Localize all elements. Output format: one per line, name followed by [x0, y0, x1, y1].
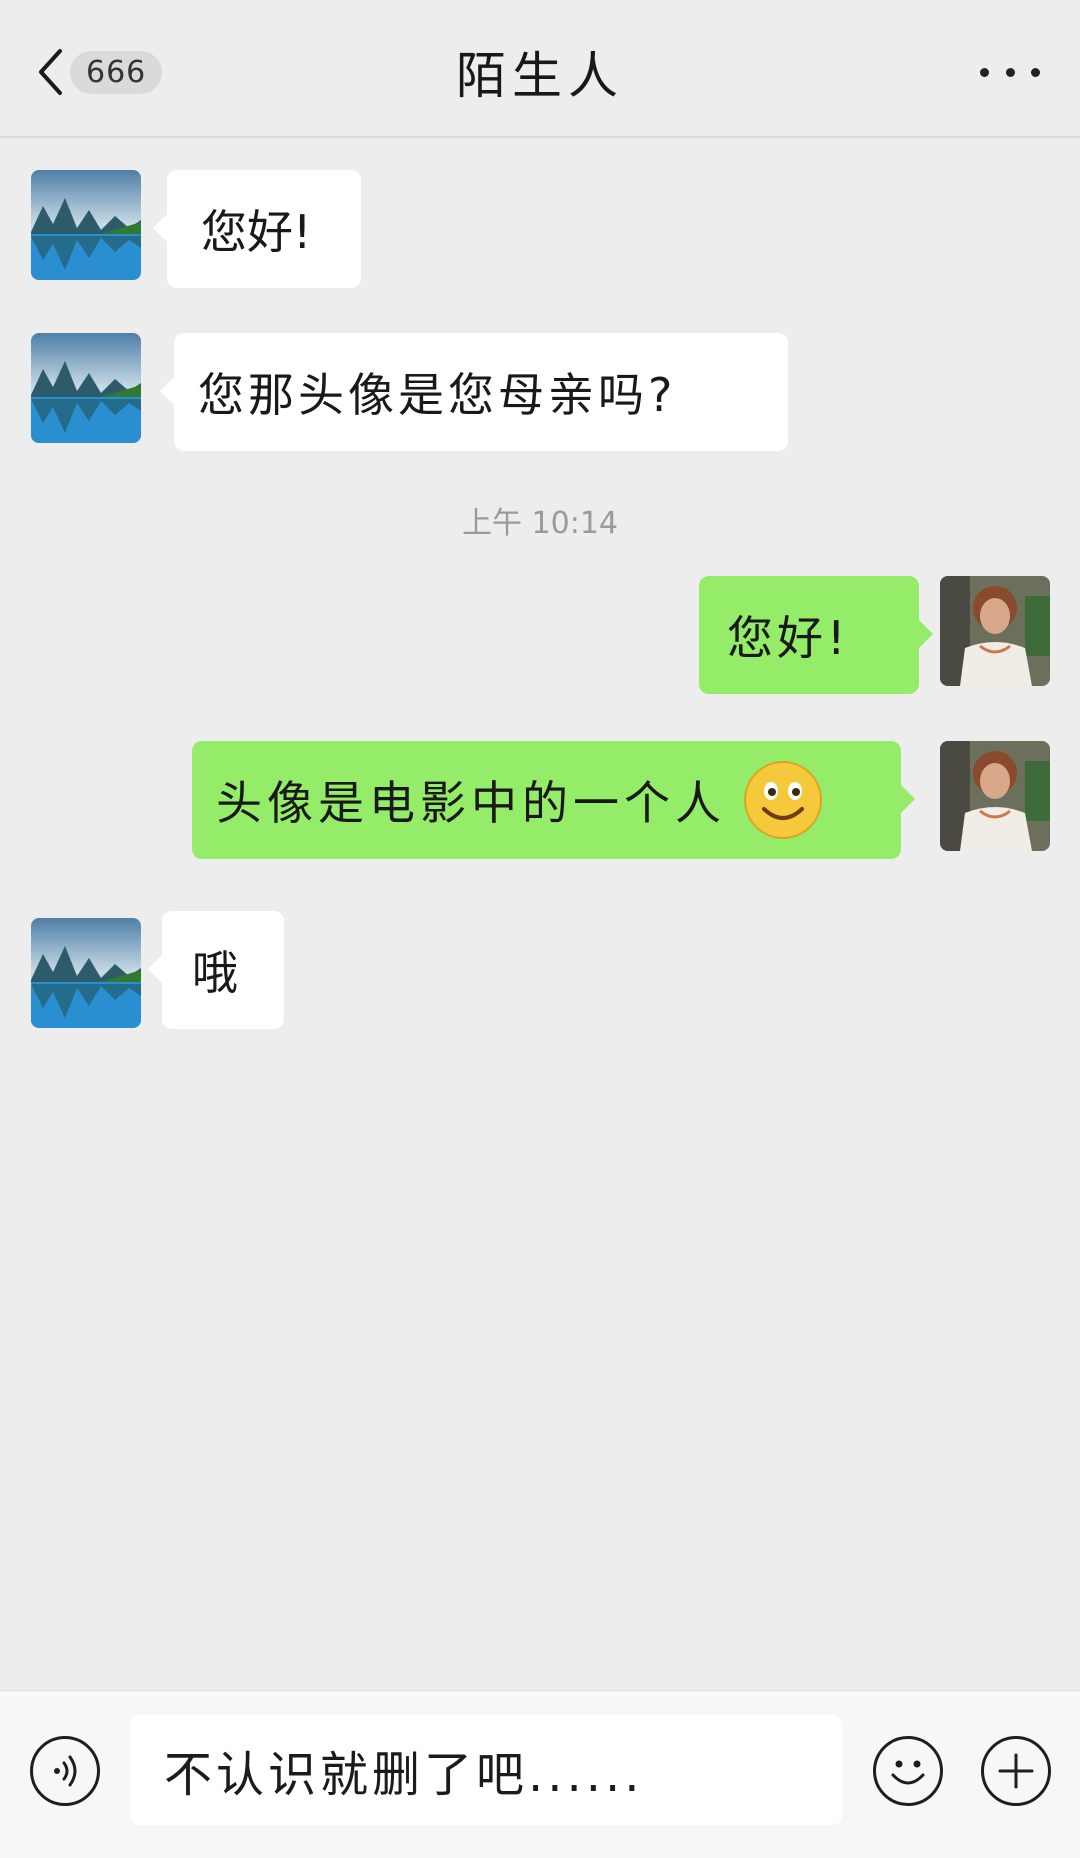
smile-emoji: [744, 761, 822, 839]
contact-avatar[interactable]: [31, 170, 141, 280]
voice-button[interactable]: [30, 1736, 100, 1806]
more-dots-icon[interactable]: [980, 54, 1040, 90]
my-avatar[interactable]: [940, 576, 1050, 686]
person-avatar-image: [940, 576, 1050, 686]
landscape-avatar-image: [31, 918, 141, 1028]
message-text: 头像是电影中的一个人: [216, 776, 726, 830]
plus-icon: [998, 1753, 1034, 1789]
my-avatar[interactable]: [940, 741, 1050, 851]
chat-title: 陌生人: [456, 47, 624, 105]
voice-icon: [54, 1755, 77, 1787]
message-bubble-incoming[interactable]: 哦: [148, 911, 284, 1029]
landscape-avatar-image: [31, 333, 141, 443]
input-bar: 不认识就删了吧......: [0, 1690, 1080, 1858]
message-bubble-outgoing[interactable]: 头像是电影中的一个人: [192, 741, 915, 859]
person-avatar-image: [940, 741, 1050, 851]
plus-button[interactable]: [981, 1736, 1051, 1806]
message-bubble-outgoing[interactable]: 您好!: [699, 576, 933, 694]
emoji-icon: [891, 1760, 925, 1785]
message-bubble-incoming[interactable]: 您那头像是您母亲吗?: [160, 333, 788, 451]
chat-header: 666 陌生人: [0, 0, 1080, 138]
message-input-text: 不认识就删了吧......: [164, 1747, 644, 1803]
contact-avatar[interactable]: [31, 333, 141, 443]
landscape-avatar-image: [31, 170, 141, 280]
contact-avatar[interactable]: [31, 918, 141, 1028]
message-input[interactable]: 不认识就删了吧......: [130, 1715, 842, 1825]
time-divider: 上午 10:14: [462, 506, 618, 541]
emoji-button[interactable]: [873, 1736, 943, 1806]
message-bubble-incoming[interactable]: 您好!: [153, 170, 361, 288]
